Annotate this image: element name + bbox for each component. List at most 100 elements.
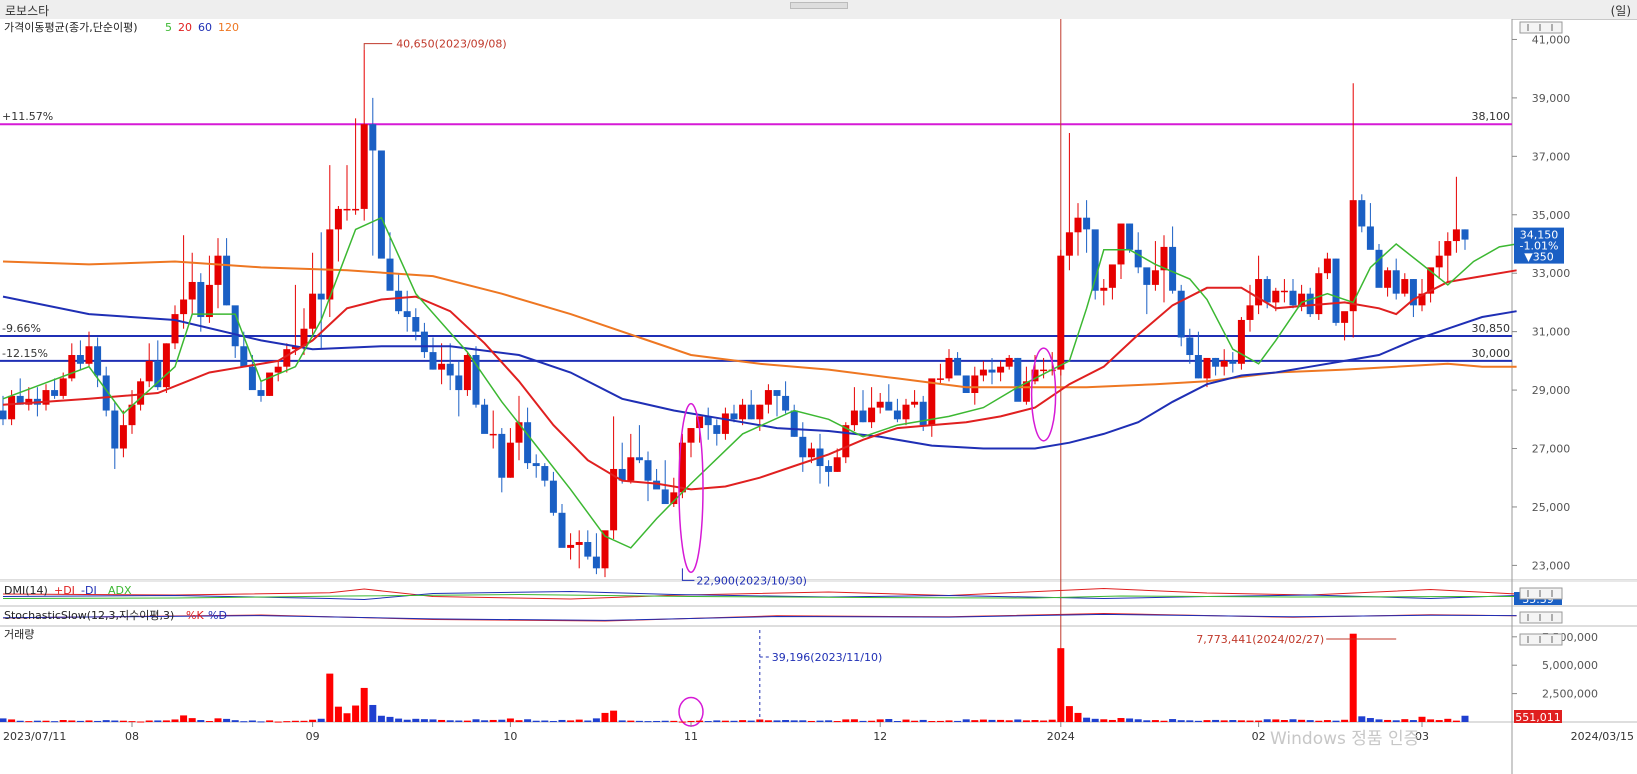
volume-bar: [1160, 720, 1168, 722]
volume-bar: [1358, 716, 1366, 722]
mdi-line: [2, 590, 1517, 601]
volume-bar: [1315, 720, 1323, 722]
candle-body: [1358, 200, 1366, 227]
candle-body: [1289, 290, 1297, 306]
volume-bar: [833, 721, 841, 723]
volume-bar: [300, 720, 308, 722]
candle-body: [377, 150, 385, 259]
volume-bar: [455, 720, 463, 722]
volume-bar: [885, 719, 893, 722]
volume-bar: [197, 720, 205, 722]
panel-controls[interactable]: [1519, 611, 1563, 624]
volume-bar: [567, 720, 575, 722]
candle-body: [403, 311, 411, 318]
volume-bar: [893, 721, 901, 723]
candle-body: [171, 314, 179, 344]
volume-bar: [928, 721, 936, 723]
candle-body: [506, 442, 514, 478]
volume-bar: [644, 721, 652, 723]
volume-bar: [119, 720, 127, 722]
volume-bar: [1057, 648, 1065, 722]
volume-bar: [627, 720, 635, 722]
volume-bar: [773, 720, 781, 722]
candle-body: [240, 346, 248, 367]
candle-body: [438, 363, 446, 370]
candle-body: [214, 255, 222, 285]
volume-bar: [618, 720, 626, 722]
volume-bar: [661, 720, 669, 722]
panel-controls[interactable]: [1519, 587, 1563, 600]
candle-body: [799, 436, 807, 458]
y-tick-label: 39,000: [1532, 92, 1571, 105]
candle-body: [764, 390, 772, 405]
volume-bar: [592, 718, 600, 722]
volume-bar: [1040, 720, 1048, 722]
candle-body: [1306, 293, 1314, 315]
candle-body: [8, 395, 16, 420]
candle-body: [644, 460, 652, 481]
volume-bar: [962, 719, 970, 722]
volume-bar: [997, 719, 1005, 722]
candle-body: [549, 480, 557, 513]
volume-bar: [532, 720, 540, 722]
current-change-abs: ▼350: [1524, 251, 1553, 264]
stock-chart[interactable]: 23,000 25,000 27,000 29,000 31,000 33,000 35,0…: [0, 0, 1637, 774]
dmi-label: DMI(14): [4, 584, 48, 597]
candle-body: [1341, 311, 1349, 323]
volume-bar: [1298, 719, 1306, 722]
candle-body: [429, 352, 437, 370]
volume-bar: [1306, 720, 1314, 722]
candle-body: [721, 413, 729, 434]
candle-body: [1014, 357, 1022, 402]
volume-annotation-max: 7,773,441(2024/02/27): [1196, 633, 1324, 646]
volume-bar: [807, 720, 815, 722]
candle-body: [334, 208, 342, 230]
volume-annotation-line: 39,196(2023/11/10): [772, 651, 882, 664]
stoch-legend-k: %K: [186, 609, 204, 622]
volume-bar: [283, 721, 291, 723]
candle-body: [936, 378, 944, 380]
volume-bar: [68, 720, 76, 722]
volume-bar: [1203, 720, 1211, 722]
volume-bar: [799, 720, 807, 722]
volume-bar: [33, 720, 41, 722]
volume-bar: [1177, 720, 1185, 722]
panel-controls[interactable]: [1519, 21, 1563, 34]
volume-bar: [1169, 719, 1177, 722]
volume-bar: [214, 718, 222, 722]
candle-body: [309, 293, 317, 329]
volume-bar: [919, 719, 927, 722]
volume-bar: [515, 720, 523, 722]
x-label-month: 10: [503, 730, 517, 743]
volume-bar: [1229, 720, 1237, 722]
candle-body: [94, 346, 102, 376]
volume-bar: [1332, 720, 1340, 722]
volume-bar: [1212, 719, 1220, 722]
volume-bar: [481, 720, 489, 722]
candle-body: [532, 463, 540, 467]
volume-bar: [463, 720, 471, 722]
candle-body: [1444, 241, 1452, 256]
volume-bar: [713, 720, 721, 722]
volume-bar: [352, 705, 360, 722]
volume-bar: [549, 720, 557, 722]
candle-body: [885, 401, 893, 411]
y-tick-label: 35,000: [1532, 209, 1571, 222]
candle-body: [833, 457, 841, 472]
volume-bar: [1461, 715, 1469, 722]
candle-body: [524, 422, 532, 464]
candle-body: [876, 401, 884, 408]
volume-bar: [635, 720, 643, 722]
volume-bar: [1323, 720, 1331, 722]
volume-bar: [1444, 718, 1452, 722]
volume-bar: [876, 719, 884, 722]
volume-bar: [360, 687, 368, 722]
volume-bar: [334, 706, 342, 722]
candle-body: [76, 355, 84, 364]
volume-bar: [1194, 720, 1202, 722]
candle-body: [1315, 273, 1323, 315]
volume-bar: [1409, 720, 1417, 722]
candle-body: [747, 404, 755, 420]
candle-body: [231, 305, 239, 347]
panel-controls[interactable]: [1519, 633, 1563, 646]
